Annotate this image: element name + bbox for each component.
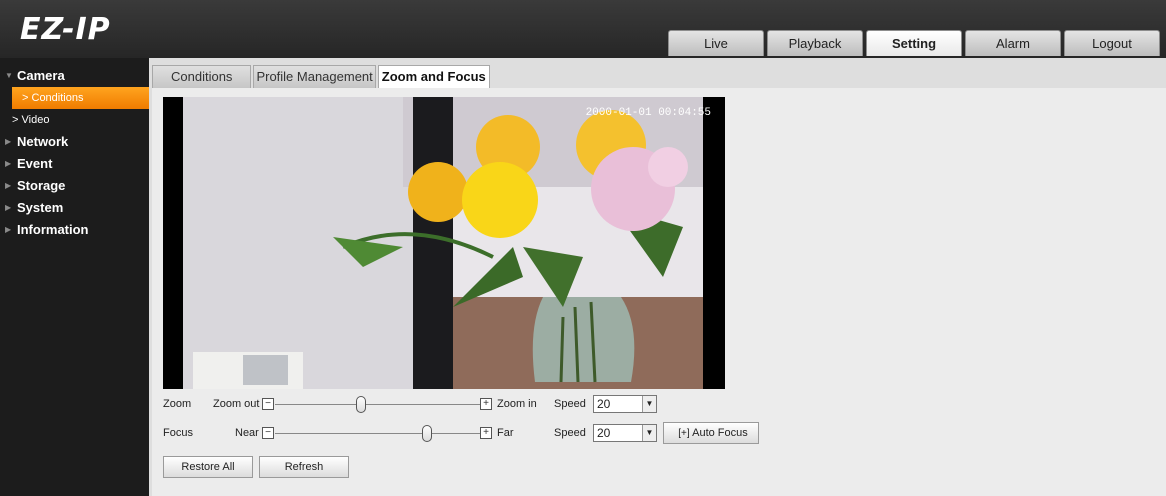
sidebar-item-system[interactable]: ▶ System — [0, 197, 149, 219]
focus-slider-handle[interactable] — [421, 425, 432, 442]
sidebar-item-event[interactable]: ▶ Event — [0, 153, 149, 175]
top-bar: EZ-IP Live Playback Setting Alarm Logout — [0, 0, 1166, 58]
focus-far-label: Far — [497, 427, 514, 439]
sub-tabs: Conditions Profile Management Zoom and F… — [152, 65, 492, 88]
zoom-row: Zoom Zoom out − + Zoom in Speed 20 ▼ — [163, 394, 863, 416]
sidebar-item-label: Storage — [17, 178, 66, 193]
focus-row: Focus Near − + Far Speed 20 ▼ [+] Auto F… — [163, 422, 863, 445]
triangle-right-icon: ▶ — [5, 181, 12, 190]
zoom-speed-label: Speed — [554, 398, 586, 410]
sidebar-item-label: System — [17, 200, 64, 215]
triangle-down-icon: ▼ — [5, 71, 13, 80]
sidebar-item-video[interactable]: > Video — [0, 109, 149, 131]
dropdown-arrow-icon: ▼ — [642, 425, 656, 441]
focus-far-icon[interactable]: + — [480, 427, 492, 439]
focus-speed-select[interactable]: 20 ▼ — [593, 424, 657, 442]
sidebar-item-information[interactable]: ▶ Information — [0, 219, 149, 241]
focus-label: Focus — [163, 427, 193, 439]
sidebar-item-label: Conditions — [31, 92, 84, 104]
sidebar: ▼ Camera > Conditions > Video ▶ Network … — [0, 58, 149, 496]
sidebar-item-storage[interactable]: ▶ Storage — [0, 175, 149, 197]
focus-speed-label: Speed — [554, 427, 586, 439]
dropdown-arrow-icon: ▼ — [642, 396, 656, 412]
auto-focus-label: Auto Focus — [692, 427, 748, 439]
zoom-slider-handle[interactable] — [356, 396, 367, 413]
zoom-slider-track[interactable] — [275, 404, 480, 405]
triangle-right-icon: ▶ — [5, 137, 12, 146]
camera-scene-image — [183, 97, 703, 389]
tab-setting[interactable]: Setting — [866, 30, 962, 56]
triangle-right-icon: ▶ — [5, 225, 12, 234]
zoom-label: Zoom — [163, 398, 192, 410]
main-panel: Conditions Profile Management Zoom and F… — [149, 58, 1166, 496]
chevron-right-icon: > — [22, 92, 29, 104]
triangle-right-icon: ▶ — [5, 159, 12, 168]
sidebar-item-camera[interactable]: ▼ Camera — [0, 65, 149, 87]
zoom-out-label: Zoom out — [213, 398, 260, 410]
tab-live[interactable]: Live — [668, 30, 764, 56]
zoom-in-icon[interactable]: + — [480, 398, 492, 410]
zoom-focus-content: 2000-01-01 00:04:55 Zoom Zoom out − + Zo… — [152, 88, 1166, 496]
focus-near-label: Near — [235, 427, 259, 439]
tab-zoom-and-focus[interactable]: Zoom and Focus — [377, 65, 490, 88]
zoom-in-label: Zoom in — [497, 398, 537, 410]
restore-all-button[interactable]: Restore All — [163, 456, 253, 478]
sidebar-item-label: Information — [17, 222, 89, 237]
sidebar-item-label: Event — [17, 156, 53, 171]
tab-profile-management[interactable]: Profile Management — [253, 65, 376, 88]
sidebar-item-label: Camera — [17, 68, 65, 83]
zoom-speed-value: 20 — [597, 397, 611, 411]
sidebar-item-network[interactable]: ▶ Network — [0, 131, 149, 153]
tab-alarm[interactable]: Alarm — [965, 30, 1061, 56]
chevron-right-icon: > — [12, 114, 19, 126]
focus-slider-track[interactable] — [275, 433, 480, 434]
tab-logout[interactable]: Logout — [1064, 30, 1160, 56]
zoom-out-icon[interactable]: − — [262, 398, 274, 410]
focus-speed-value: 20 — [597, 426, 611, 440]
main-nav: Live Playback Setting Alarm Logout — [668, 30, 1160, 56]
sidebar-item-label: Network — [17, 134, 69, 149]
video-preview: 2000-01-01 00:04:55 — [163, 97, 725, 389]
sidebar-item-label: Video — [21, 114, 50, 126]
sidebar-item-conditions[interactable]: > Conditions — [12, 87, 149, 109]
brand-logo: EZ-IP — [20, 12, 111, 47]
triangle-right-icon: ▶ — [5, 203, 12, 212]
focus-near-icon[interactable]: − — [262, 427, 274, 439]
refresh-button[interactable]: Refresh — [259, 456, 349, 478]
auto-focus-button[interactable]: [+] Auto Focus — [663, 422, 759, 444]
video-timestamp: 2000-01-01 00:04:55 — [585, 107, 711, 119]
zoom-speed-select[interactable]: 20 ▼ — [593, 395, 657, 413]
auto-focus-icon: [+] — [678, 428, 690, 439]
tab-playback[interactable]: Playback — [767, 30, 863, 56]
tab-conditions[interactable]: Conditions — [152, 65, 252, 88]
